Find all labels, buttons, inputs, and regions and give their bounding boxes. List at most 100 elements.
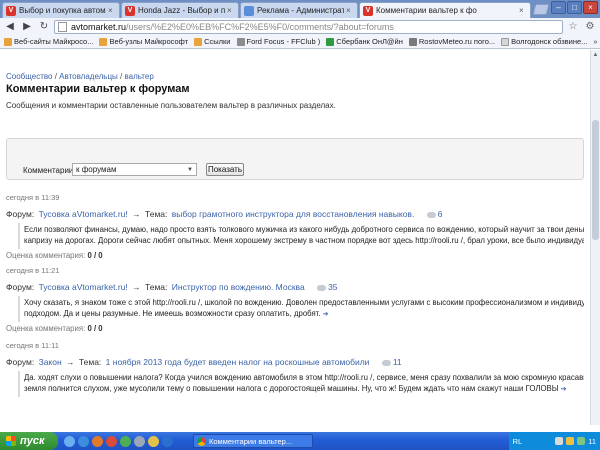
- bookmark-6[interactable]: Волгодонск обзвине...: [501, 37, 587, 46]
- browser-toolbar: ◀ ▶ ↻ avtomarket.ru/users/%E2%E0%EB%FC%F…: [0, 18, 600, 35]
- wrench-menu-icon[interactable]: ⚙: [583, 20, 597, 34]
- topic-label: Тема:: [145, 282, 168, 292]
- bookmark-star-icon[interactable]: ☆: [566, 20, 580, 34]
- forum-link[interactable]: Тусовка aVtomarket.ru!: [39, 282, 128, 292]
- comment-line: подходом. Да и цены разумные. Не имеешь …: [24, 308, 321, 318]
- desktop-icon[interactable]: [64, 435, 75, 447]
- comments-bubble-icon: [317, 284, 327, 291]
- folder-icon: [4, 37, 12, 46]
- comment-forum-line: Форум: Тусовка aVtomarket.ru! → Тема: Ин…: [6, 282, 584, 292]
- rating-label: Оценка комментария:: [6, 251, 86, 260]
- tab-close-icon[interactable]: ×: [108, 6, 116, 15]
- windows-taskbar: пуск Комментарии вальтер... RL 11: [0, 432, 600, 450]
- topic-link[interactable]: 1 ноября 2013 года будет введен налог на…: [106, 357, 370, 367]
- chevron-down-icon: ▼: [187, 166, 193, 173]
- topic-link[interactable]: выбор грамотного инструктора для восстан…: [172, 209, 415, 219]
- maximize-icon[interactable]: □: [567, 1, 582, 14]
- minimize-icon[interactable]: –: [551, 1, 566, 14]
- comment-line: земля полнится слухом, уже мусолили тему…: [24, 383, 559, 393]
- folder-icon[interactable]: [148, 435, 159, 447]
- bookmarks-more-icon[interactable]: »: [593, 37, 597, 46]
- comment-line: капризу на дорогах. Дороги сейчас любят …: [24, 235, 584, 245]
- read-more-arrow-icon[interactable]: ➔: [323, 311, 329, 318]
- breadcrumb-link-user[interactable]: вальтер: [124, 72, 153, 81]
- scroll-up-icon[interactable]: ▲: [591, 50, 600, 60]
- app-icon[interactable]: [134, 435, 145, 447]
- quick-launch: [64, 435, 173, 447]
- bookmark-label: RostovMeteo.ru пого...: [418, 37, 496, 46]
- select-value: к форумам: [76, 165, 117, 174]
- comment-item: сегодня в 11:11 Форум: Закон → Тема: 1 н…: [6, 341, 584, 397]
- bookmark-3[interactable]: Ford Focus - FFClub ): [236, 37, 321, 46]
- close-window-icon[interactable]: ×: [583, 1, 598, 14]
- forum-link[interactable]: Закон: [39, 357, 62, 367]
- comment-item: сегодня в 11:21 Форум: Тусовка aVtomarke…: [6, 266, 584, 333]
- browser-tab-0[interactable]: V Выбор и покупка автомобил ×: [2, 2, 120, 18]
- rating-label: Оценка комментария:: [6, 324, 86, 333]
- comment-line: Если позволяют финансы, думаю, надо прос…: [24, 225, 584, 234]
- breadcrumb-link-community[interactable]: Сообщество: [6, 72, 52, 81]
- tab-close-icon[interactable]: ×: [519, 6, 527, 15]
- bookmarks-bar: Веб-сайты Майкросо... Веб-узлы Майкрософ…: [0, 35, 600, 49]
- new-tab-button[interactable]: [532, 4, 550, 15]
- reload-icon[interactable]: ↻: [37, 20, 51, 34]
- forum-link[interactable]: Тусовка aVtomarket.ru!: [39, 209, 128, 219]
- bookmark-1[interactable]: Веб-узлы Майкрософт: [99, 37, 188, 46]
- read-more-arrow-icon[interactable]: ➔: [561, 386, 567, 393]
- bookmark-5[interactable]: RostovMeteo.ru пого...: [408, 37, 496, 46]
- filter-label: Комментарии:: [23, 166, 76, 175]
- browser-tab-2[interactable]: Реклама - Административ ×: [240, 2, 358, 18]
- chrome-icon: [197, 436, 206, 446]
- browser-tab-1[interactable]: V Honda Jazz - Выбор и покуп ×: [121, 2, 239, 18]
- breadcrumb-link-owners[interactable]: Автовладельцы: [59, 72, 118, 81]
- bookmark-4[interactable]: Сбербанк ОнЛ@йн: [326, 37, 403, 46]
- chrome-quick-icon[interactable]: [120, 435, 131, 447]
- url-host: avtomarket.ru: [71, 21, 127, 32]
- comment-body: Да. ходят слухи о повышении налога? Когд…: [18, 371, 584, 397]
- bookmark-label: Ford Focus - FFClub ): [246, 37, 321, 46]
- page-title: Комментарии вальтер к форумам: [6, 83, 190, 95]
- ie-icon[interactable]: [78, 435, 89, 447]
- comment-rating: Оценка комментария: 0 / 0: [6, 324, 584, 333]
- volume-icon[interactable]: [566, 437, 575, 445]
- page-scrollbar[interactable]: ▲: [590, 50, 600, 425]
- start-label: пуск: [20, 435, 45, 447]
- tab-close-icon[interactable]: ×: [346, 6, 354, 15]
- word-icon[interactable]: [162, 435, 173, 447]
- bookmark-label: Веб-сайты Майкросо...: [14, 37, 94, 46]
- bookmark-label: Ссылки: [204, 37, 231, 46]
- start-button[interactable]: пуск: [0, 432, 58, 450]
- site-favicon-icon: V: [125, 5, 135, 16]
- back-arrow-icon[interactable]: ◀: [3, 20, 17, 34]
- forward-arrow-icon[interactable]: ▶: [20, 20, 34, 34]
- firefox-icon[interactable]: [92, 435, 103, 447]
- site-favicon-icon: V: [363, 5, 373, 16]
- tab-title: Выбор и покупка автомобил: [19, 6, 106, 15]
- page-icon: [408, 37, 417, 46]
- topic-link[interactable]: Инструктор по вождению. Москва: [172, 282, 305, 292]
- tab-close-icon[interactable]: ×: [227, 6, 235, 15]
- forum-label: Форум:: [6, 357, 35, 367]
- bookmark-0[interactable]: Веб-сайты Майкросо...: [4, 37, 93, 46]
- arrow-separator: →: [132, 282, 141, 292]
- taskbar-item-chrome[interactable]: Комментарии вальтер...: [193, 434, 313, 448]
- scrollbar-thumb[interactable]: [592, 120, 599, 240]
- language-indicator[interactable]: RL: [513, 437, 523, 446]
- page-description: Сообщения и комментарии оставленные поль…: [6, 101, 336, 110]
- opera-icon[interactable]: [106, 435, 117, 447]
- comment-rating: Оценка комментария: 0 / 0: [6, 251, 584, 260]
- rating-value: 0 / 0: [87, 251, 103, 260]
- bookmark-2[interactable]: Ссылки: [194, 37, 231, 46]
- address-bar[interactable]: avtomarket.ru/users/%E2%E0%EB%FC%F2%E5%F…: [54, 19, 563, 34]
- site-favicon-icon: V: [6, 5, 16, 16]
- show-button[interactable]: Показать: [206, 163, 244, 176]
- security-icon[interactable]: [577, 437, 586, 445]
- comments-type-select[interactable]: к форумам ▼: [72, 163, 197, 176]
- page-icon: [501, 37, 510, 46]
- page-icon: [58, 21, 67, 32]
- bookmark-label: Сбербанк ОнЛ@йн: [336, 37, 403, 46]
- rating-value: 0 / 0: [87, 324, 103, 333]
- browser-tab-3[interactable]: V Комментарии вальтер к фо ×: [359, 2, 531, 18]
- network-icon[interactable]: [555, 437, 564, 445]
- comments-filter: Комментарии: к форумам ▼ Показать: [6, 138, 584, 180]
